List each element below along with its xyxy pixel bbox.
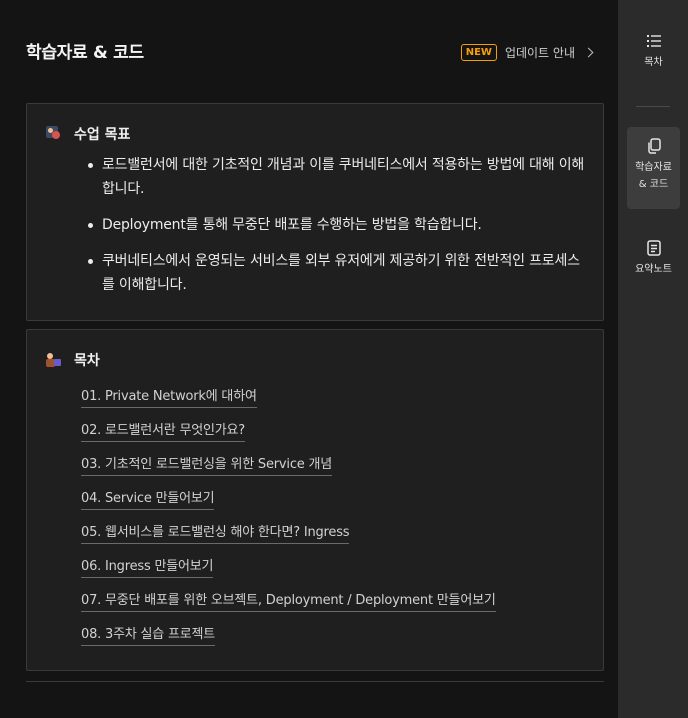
bottom-divider [26, 681, 604, 682]
chevron-right-icon [583, 47, 594, 58]
toc-link[interactable]: 02. 로드밸런서란 무엇인가요? [81, 422, 245, 442]
toc-link[interactable]: 05. 웹서비스를 로드밸런싱 해야 한다면? Ingress [81, 524, 350, 544]
goal-item: 쿠버네티스에서 운영되는 서비스를 외부 유저에게 제공하기 위한 전반적인 프… [88, 249, 587, 297]
new-badge: NEW [460, 44, 497, 61]
update-label: 업데이트 안내 [504, 46, 575, 60]
sidebar-item-label: 목차 [644, 57, 663, 68]
goals-list: 로드밸런서에 대한 기초적인 개념과 이를 쿠버네티스에서 적용하는 방법에 대… [88, 153, 587, 309]
student-emoji-icon [44, 351, 62, 369]
update-notice-link[interactable]: NEW 업데이트 안내 [460, 44, 594, 61]
toc-link[interactable]: 06. Ingress 만들어보기 [81, 558, 213, 578]
toc-card: 목차 01. Private Network에 대하여 02. 로드밸런서란 무… [26, 329, 604, 671]
toc-heading: 목차 [44, 350, 100, 370]
sidebar-item-summary[interactable]: 요약노트 [627, 239, 680, 278]
goals-heading: 수업 목표 [44, 124, 130, 144]
toc-link[interactable]: 07. 무중단 배포를 위한 오브젝트, Deployment / Deploy… [81, 592, 496, 612]
goal-item: 로드밸런서에 대한 기초적인 개념과 이를 쿠버네티스에서 적용하는 방법에 대… [88, 153, 587, 201]
right-sidebar: 목차 학습자료 & 코드 요약노트 [618, 0, 688, 718]
toc-link[interactable]: 03. 기초적인 로드밸런싱을 위한 Service 개념 [81, 456, 332, 476]
goals-card: 수업 목표 로드밸런서에 대한 기초적인 개념과 이를 쿠버네티스에서 적용하는… [26, 103, 604, 321]
note-icon [646, 240, 661, 256]
toc-title: 목차 [74, 353, 100, 369]
goals-title: 수업 목표 [74, 127, 131, 143]
copy-icon [647, 138, 661, 154]
toc-link[interactable]: 04. Service 만들어보기 [81, 490, 215, 510]
header: 학습자료 & 코드 NEW 업데이트 안내 [26, 40, 594, 66]
main-panel: 학습자료 & 코드 NEW 업데이트 안내 수업 목표 로드밸런서에 대한 기초… [0, 0, 618, 718]
list-icon [646, 35, 661, 47]
teacher-emoji-icon [44, 125, 62, 143]
goal-item: Deployment를 통해 무중단 배포를 수행하는 방법을 학습합니다. [88, 213, 587, 237]
sidebar-item-label: 학습자료 & 코드 [635, 162, 672, 190]
toc-link[interactable]: 01. Private Network에 대하여 [81, 388, 257, 408]
sidebar-item-materials[interactable]: 학습자료 & 코드 [627, 127, 680, 209]
sidebar-item-toc[interactable]: 목차 [627, 32, 680, 71]
sidebar-item-label: 요약노트 [635, 264, 672, 275]
toc-list: 01. Private Network에 대하여 02. 로드밸런서란 무엇인가… [81, 385, 496, 657]
sidebar-divider [636, 106, 670, 107]
toc-link[interactable]: 08. 3주차 실습 프로젝트 [81, 626, 215, 646]
